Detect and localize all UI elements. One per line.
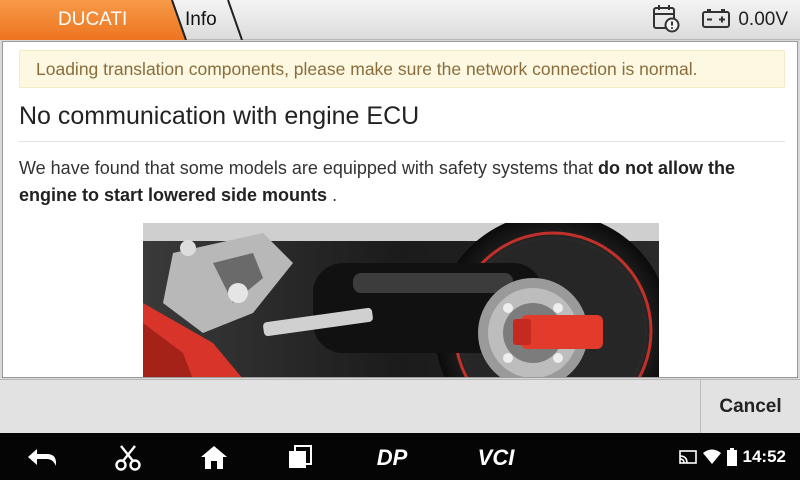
cancel-button[interactable]: Cancel [700, 380, 800, 434]
dp-label: DP [377, 446, 408, 468]
top-bar: DUCATI Info 0.00V [0, 0, 800, 40]
cast-icon [678, 449, 697, 464]
status-area: 14:52 [678, 433, 786, 480]
back-icon[interactable] [22, 433, 62, 480]
vci-logo-icon[interactable]: VCI [466, 433, 526, 480]
description-paragraph: We have found that some models are equip… [19, 155, 785, 209]
voltage-readout: 0.00V [738, 9, 788, 30]
motorcycle-photo [143, 223, 659, 377]
para-end-text: . [327, 185, 338, 205]
home-icon[interactable] [196, 433, 232, 480]
page-title: No communication with engine ECU [19, 102, 785, 142]
para-text: We have found that some models are equip… [19, 158, 598, 178]
calendar-alert-icon[interactable] [652, 3, 680, 38]
breadcrumb-brand-tab[interactable]: DUCATI [0, 0, 186, 40]
action-bar: Cancel [0, 379, 800, 434]
top-status: 0.00V [652, 0, 788, 40]
system-nav-bar: DP VCI 14:52 [0, 433, 800, 480]
translation-notice: Loading translation components, please m… [19, 50, 785, 88]
wifi-icon [702, 449, 721, 464]
clock-time: 14:52 [742, 446, 786, 466]
breadcrumb-info-tab[interactable]: Info [172, 0, 242, 40]
vci-label: VCI [478, 446, 516, 468]
battery-status-icon [726, 447, 737, 466]
dp-logo-icon[interactable]: DP [364, 433, 420, 480]
battery-icon [702, 7, 731, 34]
scissors-icon[interactable] [110, 433, 146, 480]
content-panel: Loading translation components, please m… [2, 41, 798, 378]
recent-apps-icon[interactable] [282, 433, 318, 480]
